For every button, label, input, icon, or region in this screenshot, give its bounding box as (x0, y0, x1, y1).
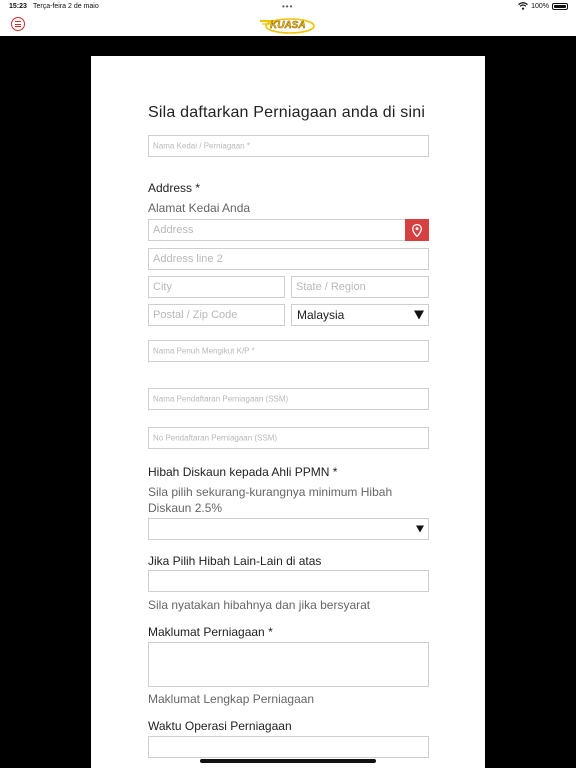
operating-hours-label: Waktu Operasi Perniagaan (148, 719, 292, 733)
home-indicator[interactable] (200, 759, 376, 763)
dropdown-arrow-icon (416, 525, 424, 533)
discount-select[interactable] (148, 518, 429, 540)
shop-name-placeholder: Nama Kedai / Perniagaan * (153, 141, 250, 151)
country-select[interactable]: Malaysia (291, 304, 429, 326)
postal-code-input[interactable]: Postal / Zip Code (148, 304, 285, 326)
ssm-name-placeholder: Nama Pendaftaran Perniagaan (SSM) (153, 394, 289, 404)
other-discount-input[interactable] (148, 570, 429, 592)
ssm-number-input[interactable]: No Pendaftaran Perniagaan (SSM) (148, 427, 429, 449)
ssm-number-placeholder: No Pendaftaran Perniagaan (SSM) (153, 433, 278, 443)
other-discount-hint: Sila nyatakan hibahnya dan jika bersyara… (148, 598, 371, 612)
kuasa-logo: KUASA (260, 18, 315, 34)
discount-label: Hibah Diskaun kepada Ahli PPMN * (148, 465, 338, 479)
map-pin-icon (412, 223, 422, 237)
wifi-icon (518, 2, 528, 10)
discount-hint-line2: Diskaun 2.5% (148, 501, 223, 515)
status-right: 100% (518, 2, 568, 10)
full-name-placeholder: Nama Penuh Mengikut K/P * (153, 346, 255, 356)
shop-name-input[interactable]: Nama Kedai / Perniagaan * (148, 135, 429, 157)
business-info-label: Maklumat Perniagaan * (148, 625, 273, 639)
status-bar: 15:23 Terça-feira 2 de maio ••• 100% (0, 0, 576, 14)
status-date: Terça-feira 2 de maio (33, 3, 99, 10)
state-placeholder: State / Region (296, 281, 366, 293)
registration-form: Sila daftarkan Perniagaan anda di sini N… (91, 56, 485, 768)
address-label: Address * (148, 181, 201, 195)
ssm-name-input[interactable]: Nama Pendaftaran Perniagaan (SSM) (148, 388, 429, 410)
address-input[interactable]: Address (148, 219, 406, 241)
full-name-input[interactable]: Nama Penuh Mengikut K/P * (148, 340, 429, 362)
city-input[interactable]: City (148, 276, 285, 298)
status-time: 15:23 (9, 3, 27, 10)
battery-icon (552, 2, 568, 10)
multitasking-dots-icon[interactable]: ••• (282, 2, 293, 11)
address-line2-placeholder: Address line 2 (153, 253, 223, 265)
business-info-textarea[interactable] (148, 642, 429, 687)
form-title: Sila daftarkan Perniagaan anda di sini (148, 104, 426, 121)
discount-hint-line1: Sila pilih sekurang-kurangnya minimum Hi… (148, 485, 393, 499)
address-line2-input[interactable]: Address line 2 (148, 248, 429, 270)
app-header: KUASA (0, 14, 576, 36)
postal-code-placeholder: Postal / Zip Code (153, 309, 238, 321)
state-input[interactable]: State / Region (291, 276, 429, 298)
address-hint: Alamat Kedai Anda (148, 201, 251, 215)
address-placeholder: Address (153, 224, 194, 236)
menu-icon[interactable] (11, 17, 25, 31)
logo-text: KUASA (270, 20, 306, 31)
dropdown-arrow-icon (414, 310, 424, 320)
business-info-hint: Maklumat Lengkap Perniagaan (148, 692, 315, 706)
other-discount-label: Jika Pilih Hibah Lain-Lain di atas (148, 554, 322, 568)
battery-percent: 100% (531, 2, 549, 10)
operating-hours-input[interactable] (148, 736, 429, 758)
map-pin-button[interactable] (405, 219, 429, 241)
city-placeholder: City (153, 281, 172, 293)
country-value: Malaysia (297, 308, 345, 322)
